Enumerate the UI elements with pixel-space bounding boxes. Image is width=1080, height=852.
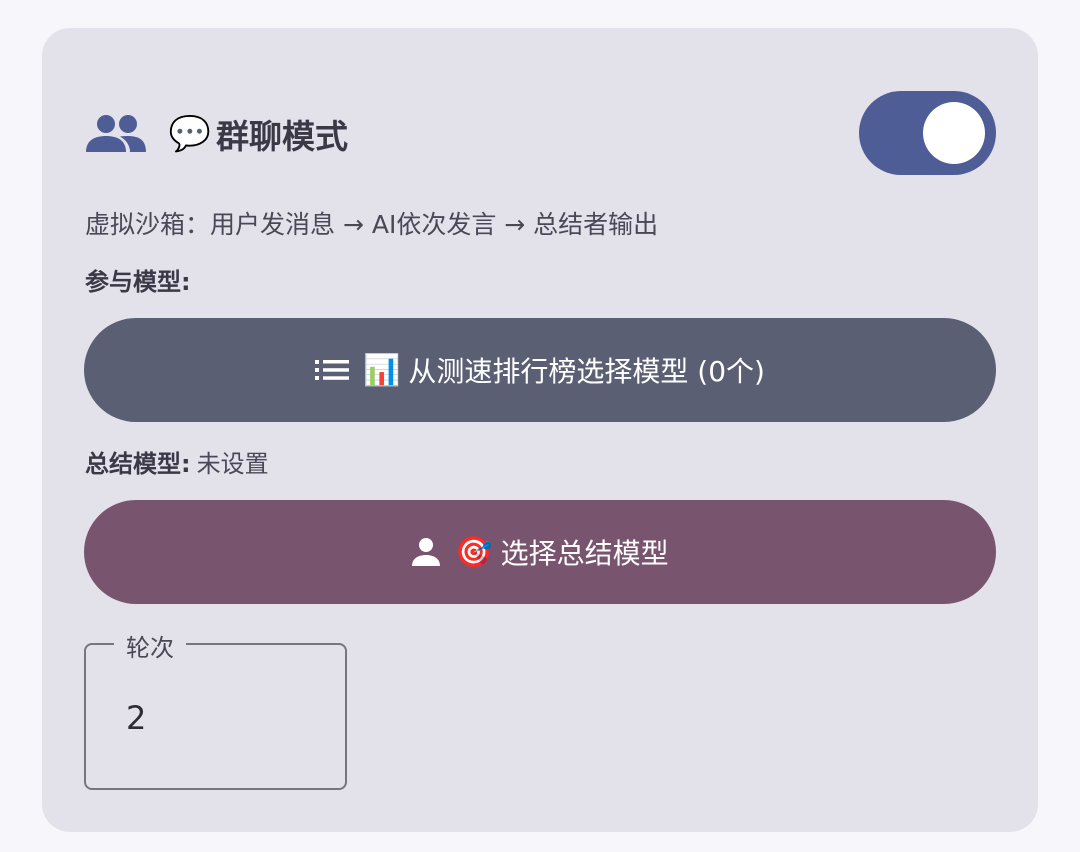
summary-model-label: 总结模型: (85, 450, 191, 478)
select-summary-model-label: 选择总结模型 (500, 537, 669, 570)
card-title: 群聊模式 (216, 117, 348, 156)
speech-bubble-icon: 💬 (168, 114, 212, 154)
bar-chart-icon: 📊 (363, 352, 401, 388)
group-icon (86, 112, 146, 156)
rounds-field[interactable]: 轮次 (84, 628, 347, 790)
person-icon (411, 537, 441, 567)
toggle-knob (923, 102, 985, 164)
select-summary-model-button[interactable]: 🎯 选择总结模型 (84, 500, 996, 604)
summary-model-value: 未设置 (196, 450, 269, 478)
target-icon: 🎯 (455, 534, 493, 570)
participants-label: 参与模型: (85, 268, 191, 296)
mode-description: 虚拟沙箱：用户发消息 → AI依次发言 → 总结者输出 (85, 210, 659, 239)
rounds-label: 轮次 (114, 628, 186, 663)
select-from-ranking-button[interactable]: 📊 从测速排行榜选择模型 (0个) (84, 318, 996, 422)
list-icon (315, 359, 350, 381)
select-from-ranking-label: 从测速排行榜选择模型 (0个) (408, 355, 765, 388)
card-header: 💬 群聊模式 (86, 92, 348, 176)
summary-model-row: 总结模型: 未设置 (85, 444, 269, 479)
rounds-input[interactable] (126, 699, 316, 737)
group-chat-toggle[interactable] (859, 91, 996, 175)
